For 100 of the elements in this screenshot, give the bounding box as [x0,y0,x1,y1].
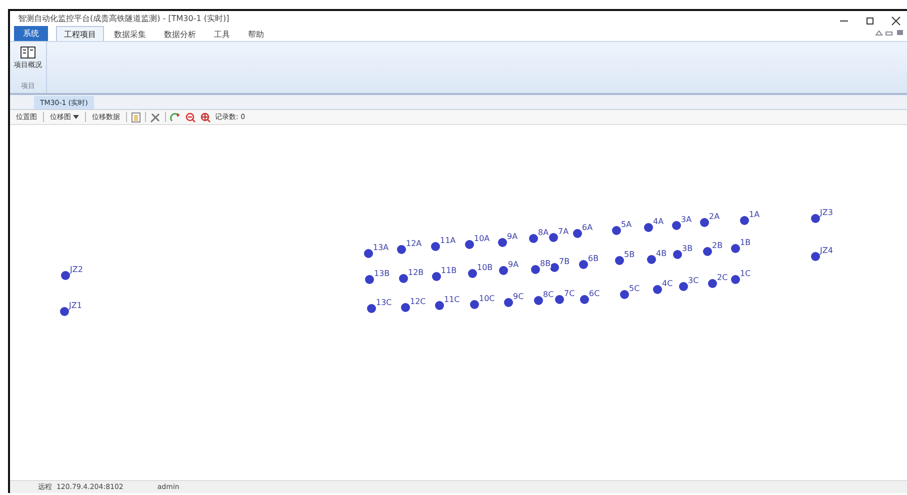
point-marker-icon [550,263,559,272]
point-label: 10C [479,295,495,303]
point-marker-icon [555,295,564,304]
zoom-out-icon[interactable] [185,112,196,122]
point-marker-icon [61,271,70,280]
point-marker-icon [731,275,740,284]
point-label: JZ4 [820,247,833,255]
point-label: 1C [740,270,751,278]
point-label: 7A [558,228,569,236]
ribbon-tab[interactable]: 工具 [206,26,238,41]
point-marker-icon [620,290,629,299]
point-marker-icon [673,250,682,259]
point-label: 2B [712,242,723,250]
point-label: 12A [406,240,422,248]
restore-icon[interactable] [865,16,875,26]
point-label: 8A [538,229,549,237]
point-label: 9C [513,293,524,301]
window-title: 智测自动化监控平台(成贵高铁隧道监测) - [TM30-1 (实时)] [18,12,230,24]
point-marker-icon [529,234,538,243]
point-label: 11C [444,296,460,304]
ribbon-tab[interactable]: 帮助 [240,26,272,41]
point-label: 9A [508,261,519,269]
point-marker-icon [365,275,374,284]
point-label: 7B [559,258,570,266]
point-label: 9A [507,233,518,241]
point-marker-icon [615,256,624,265]
point-marker-icon [580,295,589,304]
point-label: 5A [621,221,632,229]
point-label: 13C [376,299,392,307]
point-marker-icon [731,244,740,253]
point-label: 2C [717,274,728,282]
point-label: 11A [440,237,456,245]
ribbon-tab[interactable]: 数据分析 [156,26,204,41]
point-label: 3B [682,245,693,253]
app-menu-button[interactable]: 系统 [14,26,48,41]
point-marker-icon [498,238,507,247]
point-marker-icon [499,266,508,275]
point-label: 10B [477,264,493,272]
point-label: 11B [441,267,457,275]
point-label: 4C [662,280,673,288]
point-label: 8C [543,291,554,299]
point-marker-icon [579,260,588,269]
point-label: 6C [589,290,600,298]
point-marker-icon [504,298,513,307]
point-marker-icon [708,279,717,288]
point-label: 13B [374,270,390,278]
point-label: 5C [629,285,640,293]
point-label: 2A [709,213,720,221]
zoom-fit-icon[interactable] [200,112,211,122]
point-marker-icon [672,221,681,230]
point-marker-icon [811,214,820,223]
point-marker-icon [700,218,709,227]
point-marker-icon [470,300,479,309]
point-marker-icon [653,285,662,294]
caret-icon [73,115,79,119]
point-label: 7C [564,290,575,298]
point-label: 4A [653,218,664,226]
point-marker-icon [740,216,749,225]
point-marker-icon [703,247,712,256]
point-marker-icon [435,301,444,310]
point-label: 4B [656,250,667,258]
point-marker-icon [612,226,621,235]
point-marker-icon [401,303,410,312]
document-icon[interactable] [131,112,141,122]
point-label: JZ1 [69,302,82,310]
ribbon-tab[interactable]: 工程项目 [56,26,104,41]
point-marker-icon [811,252,820,261]
point-marker-icon [534,296,543,305]
point-label: 6B [588,255,599,263]
point-label: JZ2 [70,266,83,274]
refresh-icon[interactable] [170,112,181,122]
point-marker-icon [465,240,474,249]
point-label: JZ3 [820,209,833,217]
point-marker-icon [468,269,477,278]
point-label: 6A [582,224,593,232]
point-label: 10A [474,235,490,243]
point-marker-icon [60,307,69,316]
point-label: 1A [749,211,760,219]
point-label: 12B [408,269,424,277]
point-marker-icon [397,245,406,254]
point-marker-icon [549,233,558,242]
point-marker-icon [432,272,441,281]
point-label: 8B [540,260,551,268]
ribbon-tab[interactable]: 数据采集 [106,26,154,41]
point-label: 1B [740,239,751,247]
point-marker-icon [364,249,373,258]
point-marker-icon [647,255,656,264]
point-marker-icon [399,274,408,283]
point-marker-icon [573,229,582,238]
point-label: 3A [681,216,692,224]
point-marker-icon [431,242,440,251]
point-marker-icon [531,265,540,274]
point-label: 3C [688,277,699,285]
close-icon[interactable] [891,16,901,26]
point-marker-icon [367,304,376,313]
book-icon [20,45,36,59]
point-marker-icon [644,223,653,232]
point-label: 12C [410,298,426,306]
point-label: 5B [624,251,635,259]
point-label: 13A [373,244,389,252]
